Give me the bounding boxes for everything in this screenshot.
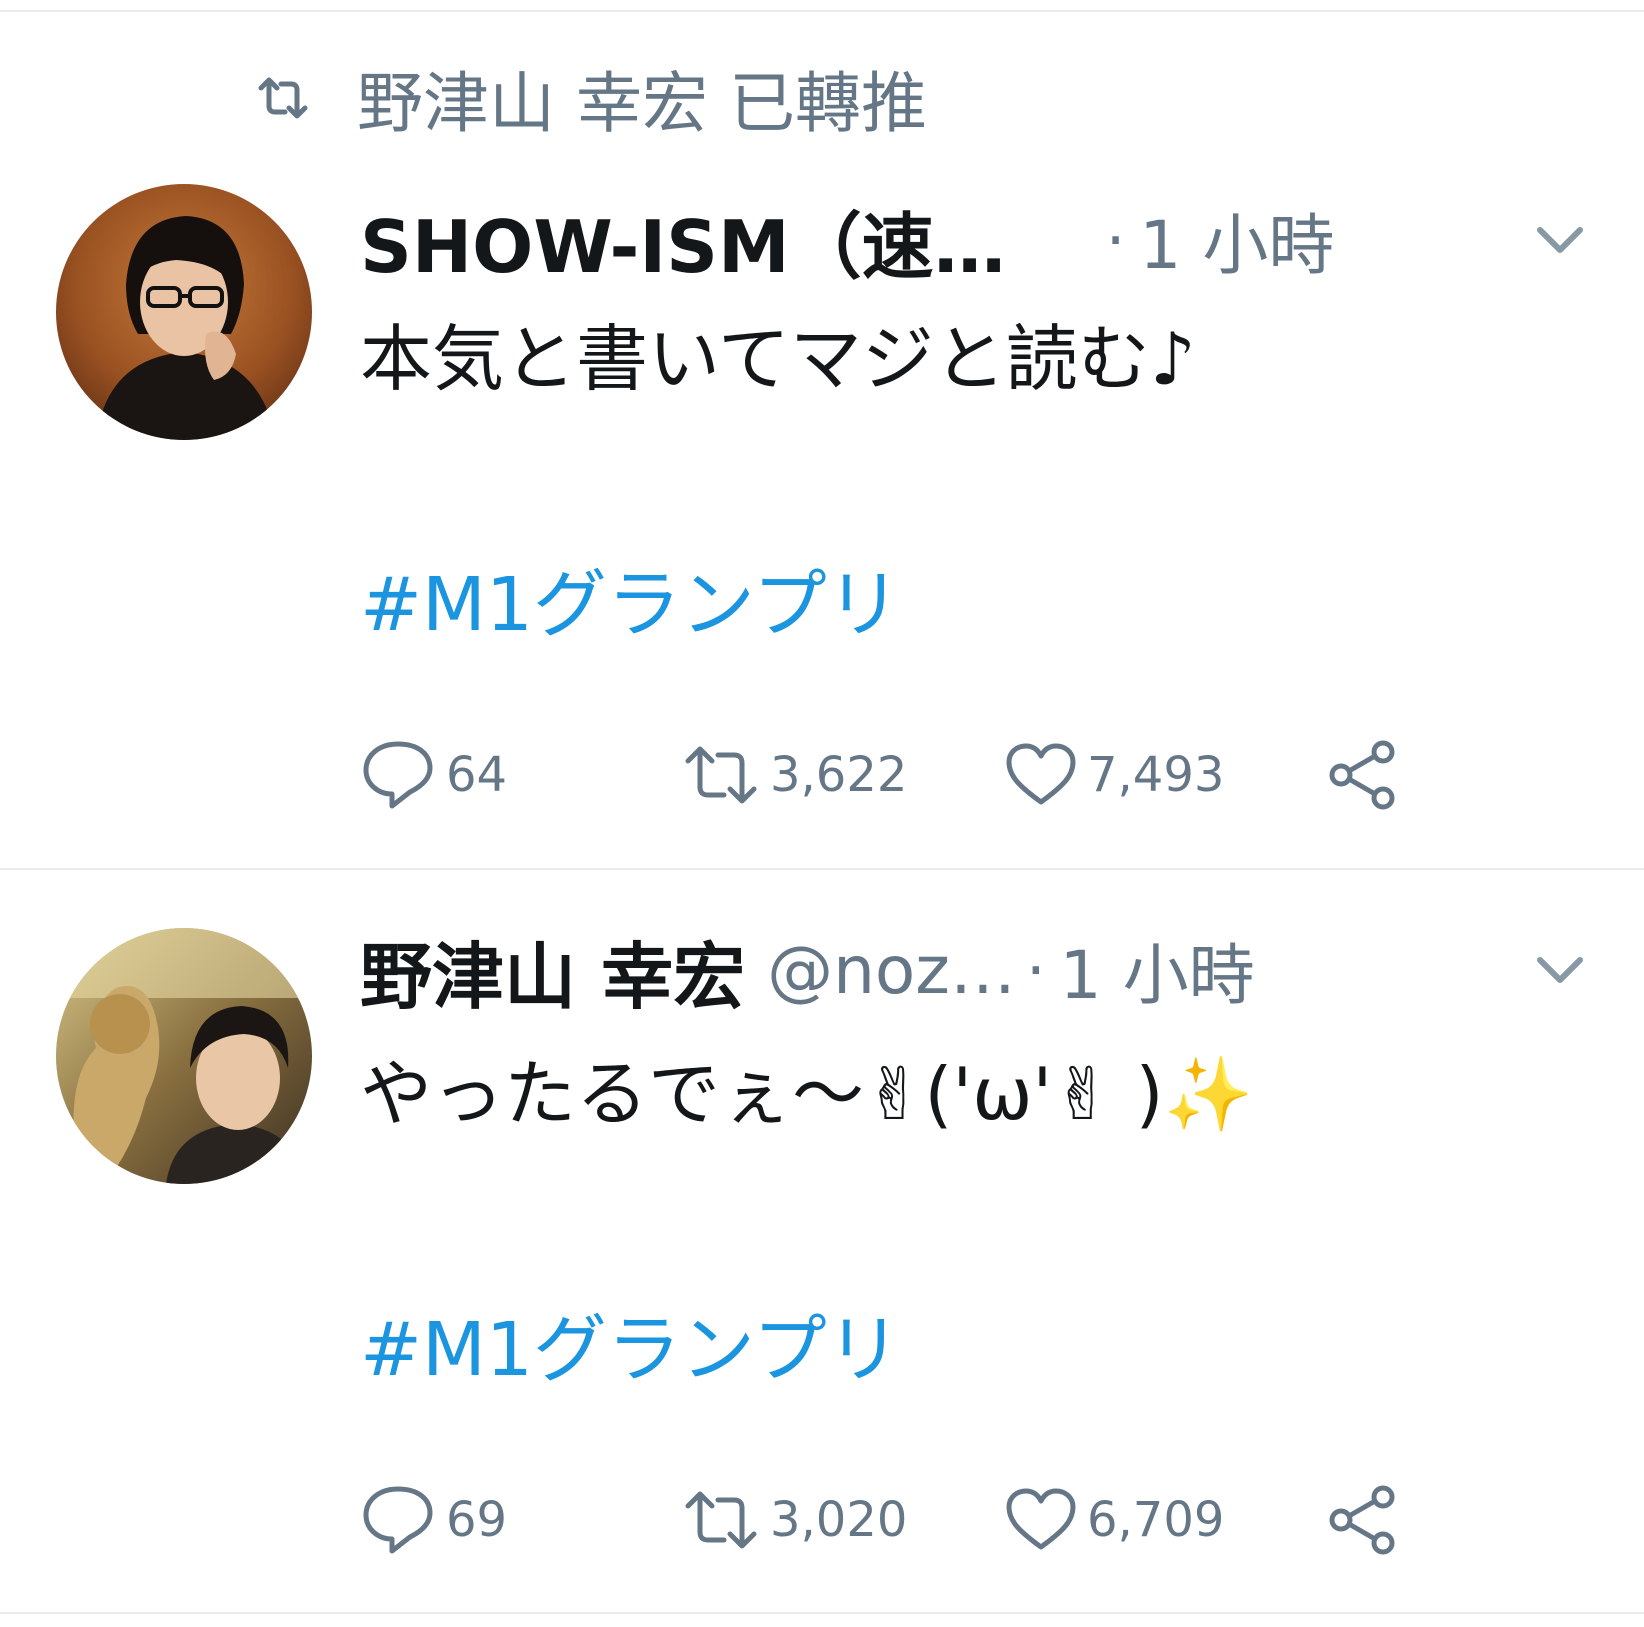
- avatar[interactable]: [56, 928, 312, 1184]
- profile-photo: [56, 928, 312, 1184]
- hashtag-link[interactable]: #M1グランプリ: [360, 1290, 901, 1397]
- retweet-button[interactable]: 3,020: [682, 1475, 907, 1565]
- username-handle[interactable]: @noz…: [767, 932, 1016, 1009]
- reply-button[interactable]: 64: [360, 730, 507, 820]
- reply-button[interactable]: 69: [360, 1475, 507, 1565]
- tweet-header: SHOW-ISM（速… · 1 小時: [360, 190, 1610, 290]
- like-count: 6,709: [1087, 1492, 1225, 1548]
- like-button[interactable]: 6,709: [1005, 1475, 1224, 1565]
- retweet-context-label: 野津山 幸宏 已轉推: [357, 65, 927, 142]
- retweet-icon: [685, 746, 757, 804]
- separator: ·: [1105, 203, 1126, 277]
- tweet-actions: 69 3,020 6,709: [360, 1475, 1460, 1565]
- share-icon: [1329, 1485, 1395, 1555]
- reply-icon: [363, 1486, 433, 1554]
- tweet-text: 本気と書いてマジと読む♪: [360, 317, 1196, 401]
- tweet-actions: 64 3,622 7,493: [360, 730, 1460, 820]
- heart-icon: [1006, 743, 1076, 805]
- timestamp[interactable]: 1 小時: [1060, 922, 1255, 1018]
- retweet-icon: [685, 1491, 757, 1549]
- profile-photo: [56, 184, 312, 440]
- share-button[interactable]: [1325, 1475, 1399, 1565]
- reply-icon: [363, 741, 433, 809]
- heart-icon: [1006, 1488, 1076, 1550]
- bottom-divider: [0, 1612, 1644, 1614]
- tweet-text: やったるでぇ〜✌('ω'✌ )✨: [360, 1052, 1254, 1136]
- share-button[interactable]: [1325, 730, 1399, 820]
- retweet-count: 3,622: [770, 747, 908, 803]
- display-name[interactable]: SHOW-ISM（速…: [360, 188, 1006, 293]
- reply-count: 69: [446, 1492, 508, 1548]
- display-name[interactable]: 野津山 幸宏: [360, 918, 745, 1023]
- retweet-context: 野津山 幸宏 已轉推: [255, 58, 927, 142]
- chevron-down-icon[interactable]: [1530, 220, 1590, 260]
- share-icon: [1329, 740, 1395, 810]
- like-count: 7,493: [1087, 747, 1225, 803]
- reply-count: 64: [446, 747, 508, 803]
- chevron-down-icon[interactable]: [1530, 950, 1590, 990]
- hashtag-link[interactable]: #M1グランプリ: [360, 545, 901, 652]
- tweet-header: 野津山 幸宏 @noz… · 1 小時: [360, 920, 1610, 1020]
- tweet-1[interactable]: 野津山 幸宏 已轉推 SHOW-ISM（速… · 1 小時 本気と書いてマジと読…: [0, 0, 1644, 868]
- timestamp[interactable]: 1 小時: [1139, 192, 1334, 288]
- separator: ·: [1025, 933, 1046, 1007]
- like-button[interactable]: 7,493: [1005, 730, 1224, 820]
- retweet-button[interactable]: 3,622: [682, 730, 907, 820]
- retweet-icon: [258, 77, 308, 119]
- avatar[interactable]: [56, 184, 312, 440]
- retweet-count: 3,020: [770, 1492, 908, 1548]
- tweet-2[interactable]: 野津山 幸宏 @noz… · 1 小時 やったるでぇ〜✌('ω'✌ )✨ #M1…: [0, 870, 1644, 1612]
